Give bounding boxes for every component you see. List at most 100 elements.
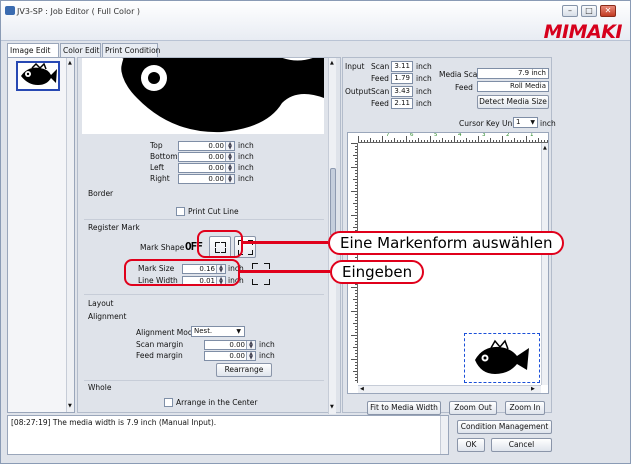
mimaki-logo: MIMAKI <box>543 21 623 43</box>
scan-margin-spinner-icon[interactable]: ▲ ▼ <box>246 341 255 350</box>
ruler-tick <box>351 143 357 144</box>
ruler-tick <box>421 140 422 142</box>
scan-margin-unit: inch <box>259 340 275 349</box>
preview-scroll-right-icon: ▶ <box>531 386 535 392</box>
mark-shape-connector <box>243 241 328 244</box>
ruler-tick <box>394 138 395 142</box>
enter-connector <box>240 270 330 273</box>
left-input[interactable]: 0.00 ▲ ▼ <box>178 163 235 173</box>
ruler-tick <box>351 191 357 192</box>
ruler-tick <box>376 140 377 142</box>
feed-margin-label: Feed margin <box>136 351 183 360</box>
ruler-tick <box>353 203 357 204</box>
mark-shape-label: Mark Shape <box>140 243 185 252</box>
ruler-tick <box>544 140 545 142</box>
right-unit: inch <box>238 174 254 183</box>
ruler-tick <box>355 338 357 339</box>
register-mark-preview <box>252 263 272 287</box>
ruler-tick <box>391 140 392 142</box>
ruler-tick <box>379 140 380 142</box>
bottom-input[interactable]: 0.00 ▲ ▼ <box>178 152 235 162</box>
preview-scrollbar-v[interactable]: ▲ <box>541 143 548 385</box>
feed-margin-input[interactable]: 0.00 ▲ ▼ <box>204 351 256 361</box>
ruler-tick <box>355 218 357 219</box>
bottom-spinner-icon[interactable]: ▲ ▼ <box>225 153 234 162</box>
scroll-down-arrow-icon: ▼ <box>68 403 72 409</box>
right-input[interactable]: 0.00 ▲ ▼ <box>178 174 235 184</box>
ruler-tick <box>448 140 449 142</box>
top-value: 0.00 <box>208 142 224 150</box>
fish-placed-icon <box>475 339 529 374</box>
condition-management-button[interactable]: Condition Management <box>457 420 552 434</box>
image-preview <box>82 58 324 134</box>
ruler-tick <box>502 136 503 142</box>
chevron-down-icon: ▼ <box>236 328 241 335</box>
ruler-tick <box>547 140 548 142</box>
ok-button[interactable]: OK <box>457 438 485 452</box>
ruler-tick <box>355 200 357 201</box>
bottom-label: Bottom <box>150 152 178 161</box>
top-input[interactable]: 0.00 ▲ ▼ <box>178 141 235 151</box>
alignment-mode-select[interactable]: Nest. ▼ <box>191 326 245 337</box>
cursor-key-unit-select[interactable]: 1 ▼ <box>513 117 538 128</box>
output-scan-unit: inch <box>416 87 432 96</box>
ruler-number: 4 <box>458 132 462 138</box>
minimize-button[interactable]: – <box>562 5 578 17</box>
right-spinner-icon[interactable]: ▲ ▼ <box>225 175 234 184</box>
ruler-tick <box>490 138 491 142</box>
cancel-button[interactable]: Cancel <box>491 438 552 452</box>
arrange-center-checkbox[interactable] <box>164 398 173 407</box>
ruler-tick <box>355 350 357 351</box>
thumbnail-scrollbar[interactable]: ▲ ▼ <box>66 58 74 412</box>
fit-to-media-width-button[interactable]: Fit to Media Width <box>367 401 441 415</box>
output-label: Output <box>345 87 372 96</box>
preview-scrollbar-h[interactable]: ◀ ▶ <box>358 385 541 393</box>
ruler-tick <box>355 209 357 210</box>
output-scan-value: 3.43 <box>391 86 413 97</box>
scan-margin-input[interactable]: 0.00 ▲ ▼ <box>204 340 256 350</box>
feed-margin-spinner-icon[interactable]: ▲ ▼ <box>246 352 255 361</box>
tab-color-edit[interactable]: Color Edit <box>60 43 101 57</box>
mark-shape-highlight <box>197 230 243 258</box>
top-spinner-icon[interactable]: ▲ ▼ <box>225 142 234 151</box>
tab-image-edit[interactable]: Image Edit <box>7 43 59 58</box>
top-label: Top <box>150 141 163 150</box>
settings-scroll-thumb[interactable] <box>330 168 336 236</box>
maximize-button[interactable]: □ <box>581 5 597 17</box>
status-log: [08:27:19] The media width is 7.9 inch (… <box>7 415 449 455</box>
ruler-tick <box>355 341 357 342</box>
ruler-number: 6 <box>410 132 414 138</box>
select-mark-shape-callout: Eine Markenform auswählen <box>328 231 565 255</box>
ruler-tick <box>351 287 357 288</box>
zoom-in-button[interactable]: Zoom In <box>505 401 545 415</box>
alignment-mode-label: Alignment Mode <box>136 328 198 337</box>
scroll-up-arrow-icon: ▲ <box>68 60 72 66</box>
detect-media-size-button[interactable]: Detect Media Size <box>477 95 549 109</box>
zoom-out-button[interactable]: Zoom Out <box>449 401 497 415</box>
ruler-tick <box>364 140 365 142</box>
status-scrollbar[interactable] <box>440 416 448 454</box>
thumbnail-fish[interactable] <box>16 61 60 91</box>
rearrange-button[interactable]: Rearrange <box>216 363 272 377</box>
ruler-tick <box>532 140 533 142</box>
whole-heading: Whole <box>88 383 112 392</box>
arrange-center-label: Arrange in the Center <box>176 398 258 407</box>
ruler-tick <box>353 179 357 180</box>
media-scan-label: Media Scan <box>439 70 483 79</box>
border-separator <box>84 219 324 220</box>
horizontal-ruler: 7 6 5 4 3 2 1 <box>358 133 548 143</box>
left-spinner-icon[interactable]: ▲ ▼ <box>225 164 234 173</box>
ruler-tick <box>508 140 509 142</box>
ruler-tick <box>400 140 401 142</box>
placed-image[interactable] <box>464 333 540 383</box>
print-cut-line-checkbox[interactable] <box>176 207 185 216</box>
ruler-tick <box>355 290 357 291</box>
tab-print-condition[interactable]: Print Condition <box>102 43 160 57</box>
ruler-tick <box>355 170 357 171</box>
ruler-tick <box>529 140 530 142</box>
cursor-key-unit-unit: inch <box>540 119 556 128</box>
ruler-tick <box>355 365 357 366</box>
close-button[interactable]: ✕ <box>600 5 616 17</box>
output-feed-value: 2.11 <box>391 98 413 109</box>
ruler-tick <box>355 356 357 357</box>
